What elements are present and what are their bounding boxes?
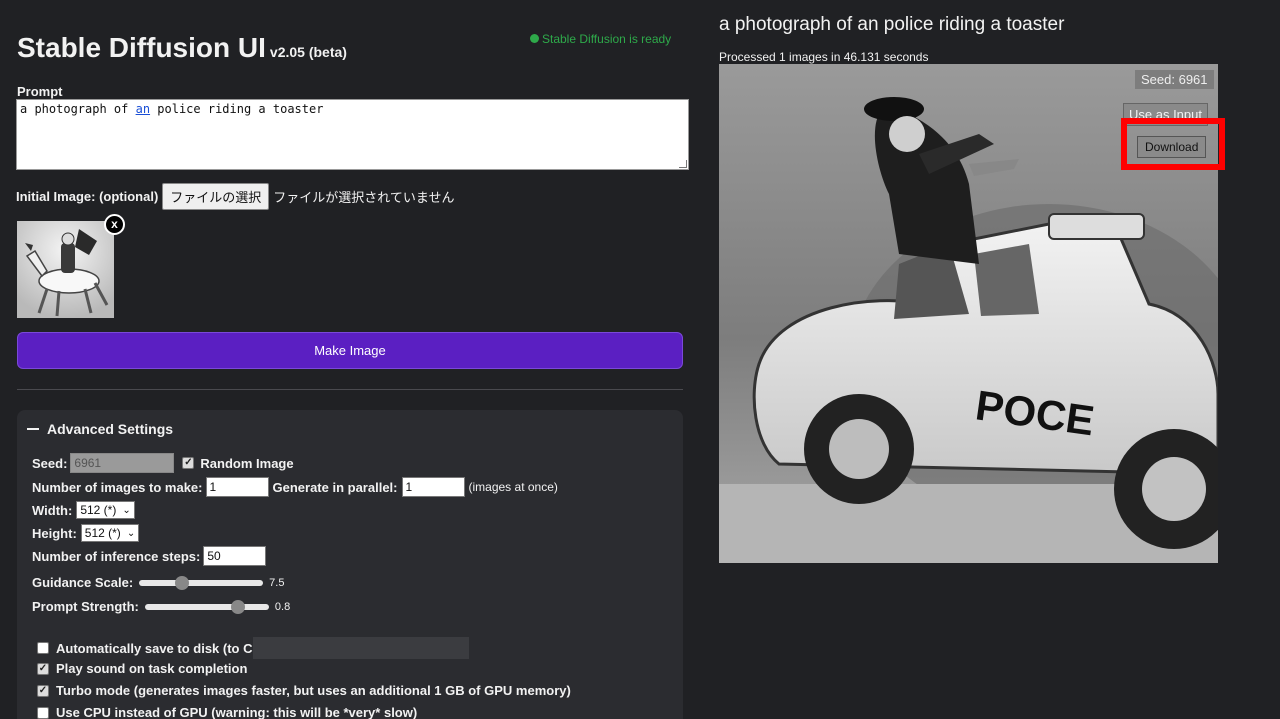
parallel-label: Generate in parallel: — [272, 479, 398, 495]
random-image-checkbox[interactable]: ✓ — [182, 457, 195, 469]
steps-input[interactable]: 50 — [203, 546, 267, 566]
random-image-label: Random Image — [200, 455, 294, 471]
height-label: Height: — [32, 525, 77, 541]
prompt-input[interactable]: a photograph of an police riding a toast… — [16, 99, 689, 170]
seed-row: Seed: 6961 ✓ Random Image — [32, 453, 294, 473]
width-select[interactable]: 512 (*) ⌄ — [76, 501, 135, 519]
parallel-hint: (images at once) — [468, 480, 558, 494]
strength-slider-handle[interactable] — [230, 599, 245, 614]
collapse-minus-icon — [27, 428, 39, 430]
save-disk-label: Automatically save to disk (to C — [56, 640, 253, 656]
resize-grip-icon[interactable] — [679, 160, 687, 168]
parallel-input[interactable]: 1 — [401, 477, 465, 497]
app-version: v2.05 (beta) — [269, 44, 347, 60]
height-select[interactable]: 512 (*) ⌄ — [80, 524, 140, 542]
strength-label: Prompt Strength: — [32, 599, 139, 614]
prompt-spellcheck-word: an — [135, 102, 151, 116]
initial-image-picture — [17, 221, 114, 318]
chevron-down-icon: ⌄ — [126, 527, 136, 539]
play-sound-checkbox[interactable]: ✓ — [37, 662, 49, 675]
choose-file-button[interactable]: ファイルの選択 — [162, 183, 270, 210]
height-row: Height: 512 (*) ⌄ — [32, 524, 140, 542]
num-images-input[interactable]: 1 — [205, 477, 269, 497]
num-images-row: Number of images to make: 1 Generate in … — [32, 477, 558, 497]
save-disk-row: Automatically save to disk (to C — [37, 637, 469, 659]
status-indicator: Stable Diffusion is ready — [530, 32, 671, 46]
save-disk-checkbox[interactable] — [37, 642, 49, 654]
seed-tag: Seed: 6961 — [1135, 70, 1214, 89]
height-value: 512 (*) — [84, 526, 121, 540]
redacted-path — [252, 637, 469, 659]
app-title: Stable Diffusion UI v2.05 (beta) — [17, 32, 347, 64]
strength-row: Prompt Strength: 0.8 — [32, 599, 290, 614]
download-button[interactable]: Download — [1137, 136, 1207, 158]
play-sound-row: ✓ Play sound on task completion — [37, 661, 247, 676]
make-image-button[interactable]: Make Image — [17, 332, 683, 369]
strength-slider[interactable] — [144, 599, 269, 614]
status-dot-icon — [530, 34, 539, 43]
remove-image-button[interactable]: x — [104, 214, 125, 235]
advanced-settings-panel: Advanced Settings Seed: 6961 ✓ Random Im… — [17, 410, 683, 719]
width-value: 512 (*) — [80, 503, 117, 517]
steps-row: Number of inference steps: 50 — [32, 546, 267, 566]
cpu-checkbox[interactable] — [37, 706, 49, 719]
turbo-row: ✓ Turbo mode (generates images faster, b… — [37, 683, 571, 698]
guidance-slider[interactable] — [139, 575, 264, 590]
guidance-value: 7.5 — [269, 576, 285, 589]
initial-image-label: Initial Image: (optional) — [16, 189, 159, 204]
width-row: Width: 512 (*) ⌄ — [32, 501, 135, 519]
cpu-label: Use CPU instead of GPU (warning: this wi… — [56, 705, 418, 719]
turbo-label: Turbo mode (generates images faster, but… — [56, 683, 571, 698]
file-status-text: ファイルが選択されていません — [273, 191, 455, 206]
initial-image-thumbnail — [17, 221, 114, 318]
output-prompt-title: a photograph of an police riding a toast… — [719, 14, 1065, 35]
app-title-text: Stable Diffusion UI — [17, 32, 266, 63]
steps-label: Number of inference steps: — [32, 548, 201, 564]
prompt-label: Prompt — [17, 84, 63, 99]
width-label: Width: — [32, 502, 73, 518]
advanced-settings-title: Advanced Settings — [47, 421, 174, 437]
status-text: Stable Diffusion is ready — [542, 32, 672, 46]
advanced-settings-toggle[interactable]: Advanced Settings — [27, 421, 173, 437]
prompt-text-after: police riding a toaster — [150, 102, 324, 116]
cpu-row: Use CPU instead of GPU (warning: this wi… — [37, 705, 417, 719]
play-sound-label: Play sound on task completion — [56, 661, 248, 676]
seed-input[interactable]: 6961 — [70, 453, 175, 473]
guidance-row: Guidance Scale: 7.5 — [32, 575, 284, 590]
num-images-label: Number of images to make: — [32, 479, 203, 495]
turbo-checkbox[interactable]: ✓ — [37, 684, 49, 697]
strength-value: 0.8 — [274, 600, 291, 613]
section-divider — [17, 389, 683, 390]
guidance-slider-handle[interactable] — [175, 575, 190, 590]
seed-label: Seed: — [32, 455, 68, 471]
guidance-label: Guidance Scale: — [32, 575, 134, 590]
output-meta: Processed 1 images in 46.131 seconds — [719, 50, 929, 64]
chevron-down-icon: ⌄ — [122, 504, 131, 516]
initial-image-row: Initial Image: (optional) ファイルの選択 ファイルが選… — [16, 183, 455, 210]
prompt-text-before: a photograph of — [20, 102, 136, 116]
